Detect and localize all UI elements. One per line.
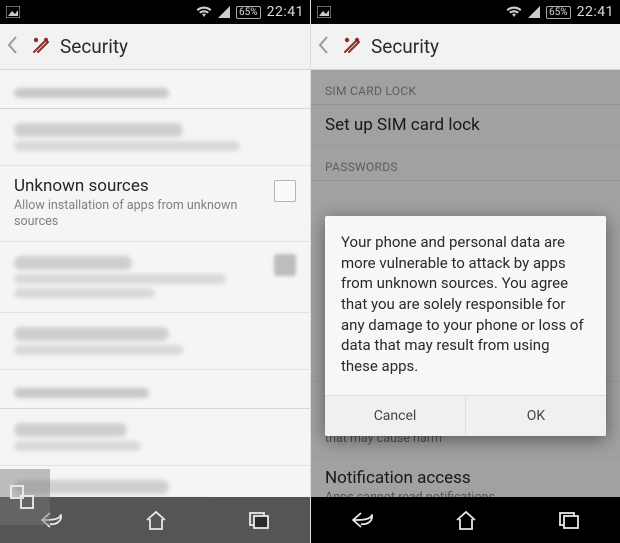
- blurred-section-header: [0, 70, 310, 109]
- back-icon[interactable]: [6, 35, 24, 59]
- nav-recent-button[interactable]: [247, 510, 271, 530]
- status-bar: 65% 22:41: [311, 0, 620, 24]
- title-bar: Security: [0, 24, 310, 70]
- settings-list: Unknown sources Allow installation of ap…: [0, 70, 310, 497]
- wifi-icon: [506, 6, 522, 18]
- item-subtitle: Allow installation of apps from unknown …: [14, 198, 264, 231]
- security-icon: [30, 34, 52, 60]
- screenshot-left: 65% 22:41 Security: [0, 0, 310, 543]
- battery-percent: 65%: [546, 6, 571, 19]
- dialog-button-row: Cancel OK: [325, 395, 606, 436]
- wifi-icon: [196, 6, 212, 18]
- blurred-section-header: [0, 370, 310, 409]
- blurred-item: [0, 242, 310, 313]
- nav-home-button[interactable]: [144, 509, 168, 531]
- settings-list: SIM CARD LOCK Set up SIM card lock PASSW…: [311, 70, 620, 497]
- page-title: Security: [60, 35, 128, 58]
- signal-icon: [528, 6, 540, 18]
- picture-icon: [6, 6, 20, 18]
- watermark-icon: [0, 469, 50, 525]
- ok-button[interactable]: OK: [465, 396, 606, 436]
- blurred-item: [0, 109, 310, 166]
- blurred-item: [0, 313, 310, 370]
- nav-recent-button[interactable]: [557, 510, 581, 530]
- dialog-message: Your phone and personal data are more vu…: [325, 216, 606, 395]
- clock: 22:41: [577, 4, 614, 20]
- status-bar: 65% 22:41: [0, 0, 310, 24]
- page-title: Security: [371, 35, 439, 58]
- nav-back-button[interactable]: [350, 510, 376, 530]
- screenshot-right: 65% 22:41 Security SIM CARD LOCK Set up …: [310, 0, 620, 543]
- picture-icon: [317, 6, 331, 18]
- clock: 22:41: [267, 4, 304, 20]
- item-title: Unknown sources: [14, 176, 264, 196]
- security-icon: [341, 34, 363, 60]
- navigation-bar: [311, 497, 620, 543]
- unknown-sources-checkbox[interactable]: [274, 180, 296, 202]
- signal-icon: [218, 6, 230, 18]
- title-bar: Security: [311, 24, 620, 70]
- cancel-button[interactable]: Cancel: [325, 396, 465, 436]
- nav-home-button[interactable]: [454, 509, 478, 531]
- unknown-sources-item[interactable]: Unknown sources Allow installation of ap…: [0, 166, 310, 242]
- back-icon[interactable]: [317, 35, 335, 59]
- battery-percent: 65%: [236, 6, 261, 19]
- unknown-sources-dialog: Your phone and personal data are more vu…: [325, 216, 606, 436]
- blurred-item: [0, 409, 310, 466]
